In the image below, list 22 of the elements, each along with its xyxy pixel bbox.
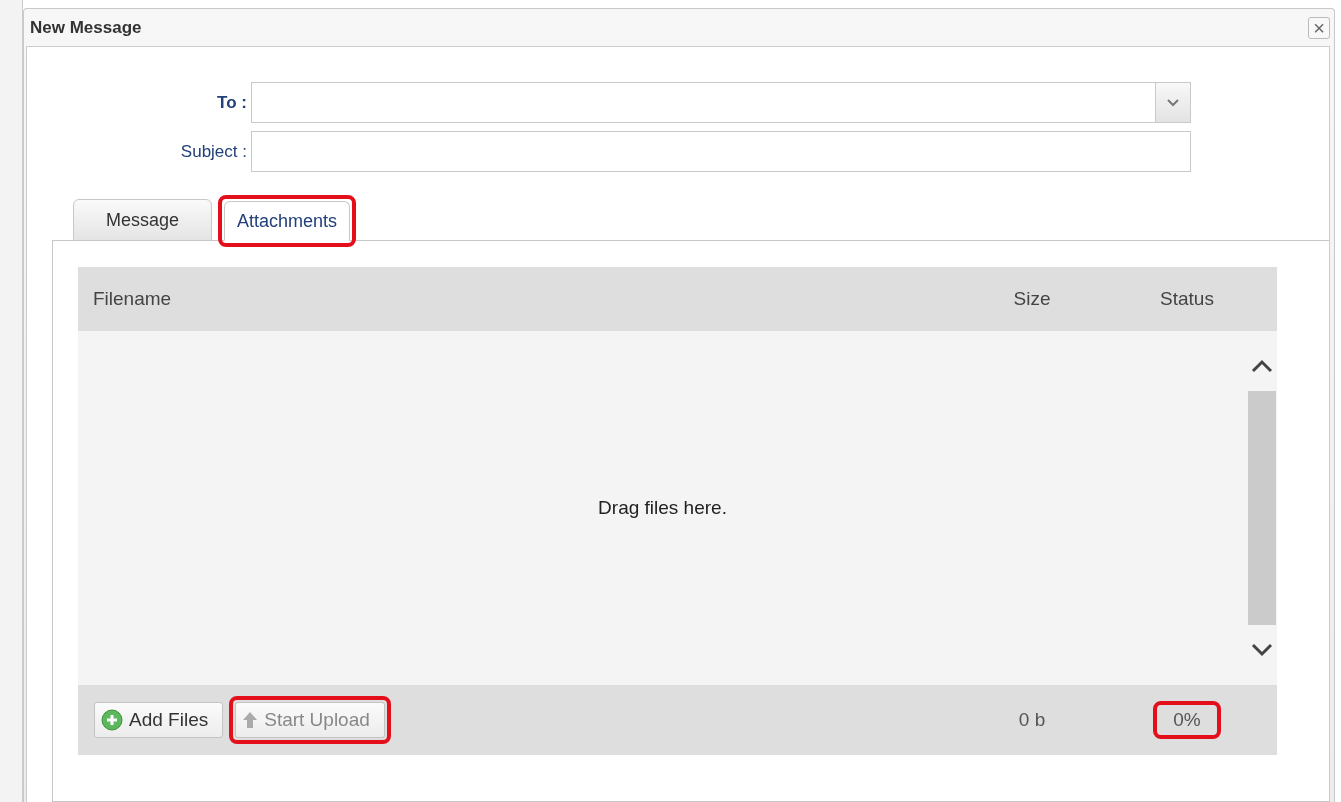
drop-hint: Drag files here. <box>597 497 728 519</box>
tab[interactable]: Attachments <box>224 201 351 241</box>
column-header: Size <box>1013 288 1051 310</box>
subject-field[interactable] <box>251 131 1191 172</box>
column-header: Filename <box>92 288 172 310</box>
window-title: New Message <box>30 17 142 38</box>
scrollbar-thumb[interactable] <box>1248 391 1276 625</box>
plus-icon <box>101 709 123 731</box>
close-button[interactable]: × <box>1308 16 1330 39</box>
tab[interactable]: Message <box>73 199 213 241</box>
field-label: To : <box>217 92 247 113</box>
column-header: Status <box>1160 288 1214 310</box>
drop-zone[interactable]: Drag files here. <box>78 331 1277 685</box>
scroll-up-icon[interactable] <box>1251 359 1273 373</box>
up-arrow-icon <box>242 711 259 729</box>
add-files-button[interactable]: Add Files <box>94 702 224 738</box>
upload-progress: 0% <box>1153 701 1221 739</box>
chevron-down-icon <box>1167 98 1179 107</box>
total-size: 0 b <box>1017 708 1047 732</box>
scroll-down-icon[interactable] <box>1251 643 1273 657</box>
field-label: Subject : <box>180 141 247 162</box>
recipient-combo-field[interactable] <box>251 82 1191 123</box>
